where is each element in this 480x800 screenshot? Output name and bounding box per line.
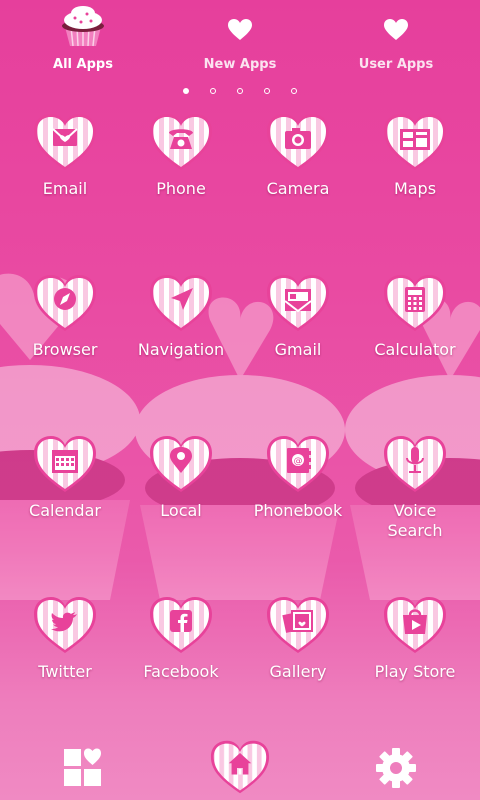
app-label: Camera [266, 179, 330, 198]
facebook-icon [170, 610, 192, 632]
app-voice-search[interactable]: Voice Search [355, 435, 475, 565]
widgets-icon [64, 748, 101, 786]
dock [0, 740, 480, 800]
heart-icon [228, 19, 252, 40]
envelope-heart-icon [52, 128, 78, 146]
app-local[interactable]: Local [121, 435, 241, 565]
heart-icon [384, 19, 408, 40]
page-dot [291, 88, 298, 94]
widgets-button[interactable] [62, 747, 104, 787]
app-label: Twitter [38, 662, 92, 681]
app-label: Maps [393, 179, 437, 198]
page-dot [264, 88, 271, 94]
app-camera[interactable]: Camera [238, 113, 358, 243]
page-dot [209, 88, 216, 94]
page-indicator [0, 79, 480, 98]
tab-all-apps[interactable]: All Apps [3, 0, 163, 80]
play-store-icon [403, 609, 427, 634]
calculator-icon [405, 287, 425, 312]
tab-new-apps[interactable]: New Apps [160, 0, 320, 80]
app-label: Gallery [269, 662, 327, 681]
app-label: Calendar [29, 501, 101, 520]
app-maps[interactable]: Maps [355, 113, 475, 243]
app-label: Phonebook [253, 501, 343, 520]
app-navigation[interactable]: Navigation [121, 274, 241, 404]
tab-label: New Apps [203, 57, 277, 72]
home-button[interactable] [210, 739, 270, 795]
app-phone[interactable]: Phone [121, 113, 241, 243]
map-icon [400, 129, 430, 150]
microphone-icon [406, 447, 424, 473]
tab-label: User Apps [358, 57, 434, 72]
settings-button[interactable] [374, 746, 418, 790]
app-calendar[interactable]: Calendar [5, 435, 125, 565]
app-label: Navigation [137, 340, 225, 359]
home-icon [210, 740, 270, 794]
twitter-bird-icon [51, 612, 77, 632]
compass-icon [54, 288, 76, 310]
gear-icon [376, 748, 416, 788]
cupcake-icon [62, 6, 104, 47]
app-facebook[interactable]: Facebook [121, 596, 241, 726]
page-dot-current [182, 88, 189, 94]
app-label: Phone [156, 179, 206, 198]
app-email[interactable]: Email [5, 113, 125, 243]
app-browser[interactable]: Browser [5, 274, 125, 404]
app-label: Local [160, 501, 202, 520]
camera-icon [285, 128, 311, 149]
telephone-icon [169, 129, 193, 149]
app-label: Gmail [274, 340, 322, 359]
app-gmail[interactable]: Gmail [238, 274, 358, 404]
app-label: Email [42, 179, 88, 198]
app-label: Facebook [143, 662, 219, 681]
mail-card-icon [284, 289, 312, 313]
app-label: Voice Search [387, 501, 443, 540]
app-phonebook[interactable]: @ Phonebook [238, 435, 358, 565]
calendar-icon [52, 450, 78, 473]
app-twitter[interactable]: Twitter [5, 596, 125, 726]
app-play-store[interactable]: Play Store [355, 596, 475, 726]
app-label: Calculator [374, 340, 456, 359]
app-label: Browser [32, 340, 98, 359]
location-pin-icon [170, 447, 192, 473]
app-gallery[interactable]: Gallery [238, 596, 358, 726]
tab-label: All Apps [53, 57, 113, 72]
contacts-book-icon: @ [287, 448, 311, 473]
app-tabs: All Apps New Apps User Apps [0, 0, 480, 95]
app-calculator[interactable]: Calculator [355, 274, 475, 404]
app-label: Play Store [374, 662, 456, 681]
tab-user-apps[interactable]: User Apps [316, 0, 476, 80]
svg-text:@: @ [294, 457, 303, 467]
page-dot [237, 88, 243, 94]
photos-icon [282, 610, 313, 633]
navigation-arrow-icon [171, 288, 193, 310]
